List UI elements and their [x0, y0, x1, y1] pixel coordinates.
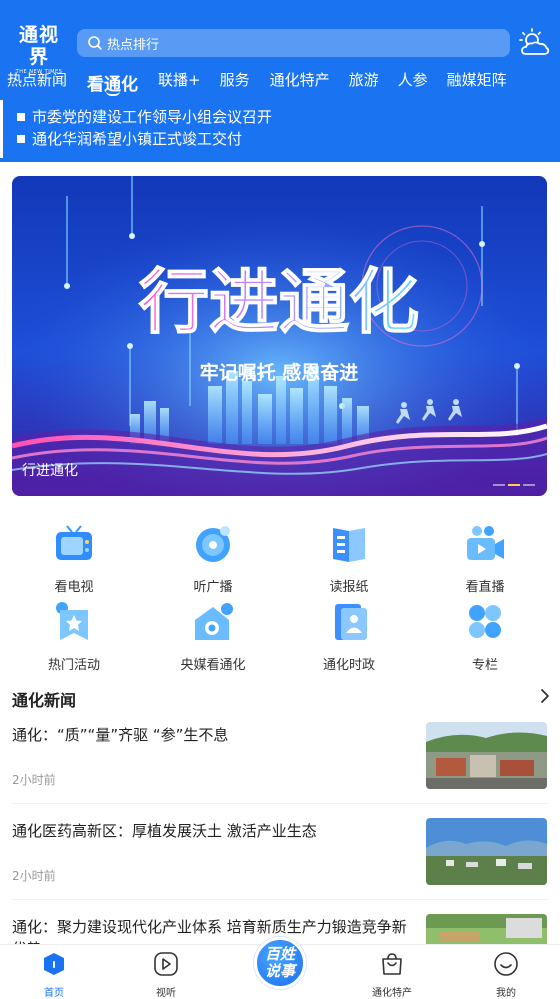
tab-kan-tonghua[interactable]: 看通化 [87, 64, 138, 96]
news-thumbnail [426, 818, 547, 885]
service-watch-tv[interactable]: 看电视 [4, 522, 144, 595]
banner-headline: 行进通化 [139, 261, 419, 343]
app-logo[interactable]: 通视界 THE NEW TIMES [10, 24, 68, 75]
ticker-item[interactable]: 通化华润希望小镇正式竣工交付 [17, 128, 242, 149]
ticker-text: 市委党的建设工作领导小组会议召开 [32, 108, 273, 126]
service-label: 看直播 [465, 580, 505, 595]
ticker-text: 通化华润希望小镇正式竣工交付 [32, 130, 243, 148]
search-placeholder: 热点排行 [107, 37, 160, 53]
category-tabs: 热点新闻 看通化 联播+ 服务 通化特产 旅游 人参 融媒矩阵 [0, 64, 560, 96]
service-label: 央媒看通化 [180, 658, 246, 673]
news-title: 通化医药高新区：厚植发展沃土 激活产业生态 [12, 822, 317, 840]
service-label: 热门活动 [47, 658, 100, 673]
chevron-right-icon[interactable] [538, 688, 552, 704]
central-media-icon [195, 603, 233, 640]
nav-label: 首页 [44, 988, 64, 999]
divider [12, 803, 548, 804]
service-label: 专栏 [471, 658, 498, 673]
nav-label: 通化特产 [372, 988, 412, 999]
bullet-icon [17, 112, 25, 121]
nav-media[interactable]: 视听 [136, 951, 196, 999]
nav-specialties[interactable]: 通化特产 [362, 951, 422, 999]
indicator-dot [523, 484, 535, 486]
carousel-indicator [493, 484, 535, 486]
service-label: 看电视 [54, 580, 94, 595]
banner-slogan: 牢记嘱托 感恩奋进 [200, 361, 359, 384]
service-central-media[interactable]: 央媒看通化 [143, 600, 283, 673]
divider [12, 899, 548, 900]
indicator-dot [508, 484, 520, 486]
ticker-item[interactable]: 市委党的建设工作领导小组会议召开 [17, 106, 272, 127]
service-politics[interactable]: 通化时政 [279, 600, 419, 673]
shopping-bag-icon [382, 953, 402, 975]
smile-icon [494, 952, 518, 976]
nav-mine[interactable]: 我的 [476, 951, 536, 999]
politics-icon [335, 604, 367, 640]
bottom-nav: 首页 视听 百姓 说事 通化特产 我的 [0, 937, 560, 999]
tab-ginseng[interactable]: 人参 [398, 64, 428, 90]
tab-travel[interactable]: 旅游 [349, 64, 379, 90]
live-camera-icon [467, 526, 504, 560]
service-live[interactable]: 看直播 [415, 522, 555, 595]
service-hot-activity[interactable]: 热门活动 [4, 600, 144, 673]
bullet-icon [17, 134, 25, 143]
banner-caption: 行进通化 [22, 463, 78, 479]
news-section-title: 通化新闻 [12, 691, 77, 710]
service-label: 读报纸 [329, 580, 369, 595]
newspaper-icon [333, 528, 365, 562]
tv-icon [56, 525, 92, 560]
news-thumbnail [426, 722, 547, 789]
news-item[interactable]: 通化医药高新区：厚植发展沃土 激活产业生态 2小时前 [12, 818, 548, 892]
tab-services[interactable]: 服务 [220, 64, 250, 90]
service-label: 听广播 [193, 580, 233, 595]
search-icon [88, 36, 102, 50]
news-title: 通化：“质”“量”齐驱 “参”生不息 [12, 726, 229, 744]
banner-artwork: 行进通化 牢记嘱托 感恩奋进 [12, 176, 547, 496]
play-icon [154, 952, 178, 976]
tab-specialties[interactable]: 通化特产 [270, 64, 330, 90]
column-grid-icon [469, 605, 501, 638]
speak-badge-icon[interactable]: 百姓 说事 [254, 937, 306, 989]
headline-ticker: 市委党的建设工作领导小组会议召开 通化华润希望小镇正式竣工交付 [0, 100, 560, 158]
news-time: 2小时前 [12, 773, 56, 787]
top-header: 通视界 THE NEW TIMES 热点排行 热点新闻 看通化 联播+ 服务 通… [0, 0, 560, 162]
service-radio[interactable]: 听广播 [143, 522, 283, 595]
nav-label: 视听 [156, 988, 176, 999]
sun-cloud-icon[interactable] [518, 28, 550, 58]
hero-banner[interactable]: 行进通化 牢记嘱托 感恩奋进 行进通化 [12, 176, 547, 496]
nav-home[interactable]: 首页 [24, 951, 84, 999]
tab-hot-news[interactable]: 热点新闻 [7, 64, 67, 90]
news-item[interactable]: 通化：“质”“量”齐驱 “参”生不息 2小时前 [12, 722, 548, 796]
nav-label: 我的 [496, 988, 516, 999]
logo-text: 通视界 [18, 24, 59, 68]
indicator-dot [493, 484, 505, 486]
news-time: 2小时前 [12, 869, 56, 883]
service-newspaper[interactable]: 读报纸 [279, 522, 419, 595]
service-label: 通化时政 [322, 658, 375, 673]
activity-star-icon [56, 602, 88, 640]
tab-lianbo[interactable]: 联播+ [158, 64, 201, 90]
radio-disc-icon [196, 526, 230, 562]
search-bar[interactable]: 热点排行 [77, 29, 510, 57]
service-column[interactable]: 专栏 [415, 600, 555, 673]
home-icon [44, 953, 64, 975]
tab-media-matrix[interactable]: 融媒矩阵 [447, 64, 507, 90]
